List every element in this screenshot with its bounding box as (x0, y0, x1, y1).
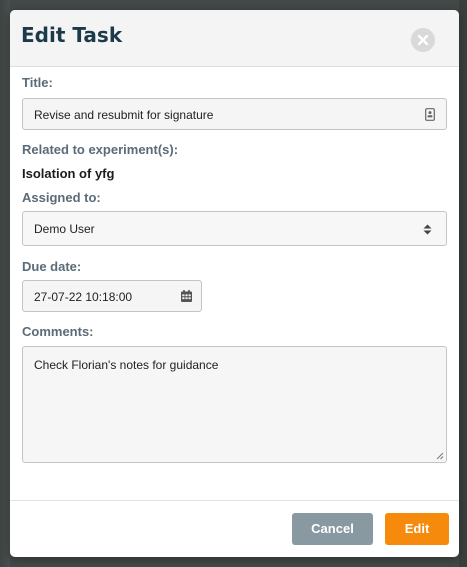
experiments-label: Related to experiment(s): (22, 142, 179, 157)
calendar-icon[interactable] (181, 290, 192, 302)
assigned-label: Assigned to: (22, 190, 101, 205)
resize-grip-icon[interactable] (436, 452, 444, 460)
due-date-label: Due date: (22, 259, 82, 274)
close-icon (417, 34, 429, 46)
assigned-select[interactable]: Demo User (22, 211, 447, 246)
experiment-name: Isolation of yfg (22, 166, 115, 181)
edit-button[interactable]: Edit (385, 513, 449, 545)
cancel-button[interactable]: Cancel (292, 513, 373, 545)
comments-textarea[interactable]: Check Florian's notes for guidance (22, 346, 447, 463)
title-input[interactable]: Revise and resubmit for signature (22, 98, 447, 130)
title-input-value: Revise and resubmit for signature (34, 108, 214, 122)
modal-header: Edit Task (10, 10, 459, 67)
sort-arrows-icon (423, 224, 432, 235)
title-label: Title: (22, 75, 53, 90)
edit-task-modal: Edit Task Title: Revise and resubmit for… (10, 10, 459, 557)
comments-label: Comments: (22, 324, 94, 339)
due-date-input[interactable]: 27-07-22 10:18:00 (22, 280, 202, 312)
modal-title: Edit Task (21, 23, 123, 47)
due-date-value: 27-07-22 10:18:00 (34, 290, 133, 304)
contact-card-icon (425, 108, 435, 121)
comments-value: Check Florian's notes for guidance (34, 358, 219, 372)
assigned-select-value: Demo User (34, 222, 95, 236)
footer-divider (10, 500, 459, 501)
close-button[interactable] (411, 28, 435, 52)
